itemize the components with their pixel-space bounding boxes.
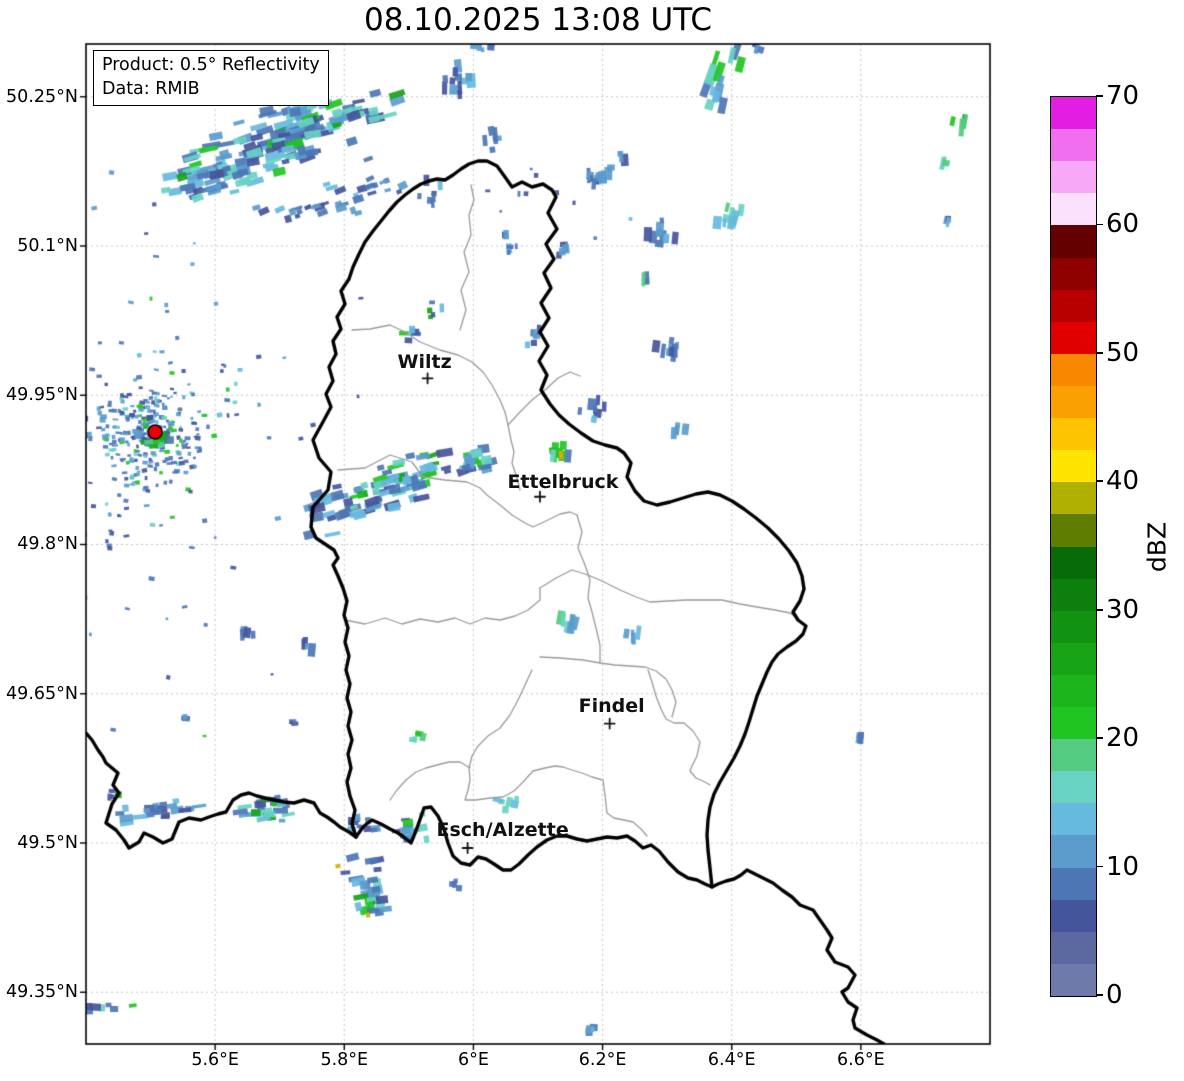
colorbar-segment: [1051, 963, 1096, 997]
y-tick-label: 50.25°N: [6, 86, 78, 107]
city-label-ettelbruck: Ettelbruck: [507, 470, 619, 493]
colorbar-tickmark: [1096, 865, 1103, 868]
colorbar-segment: [1051, 610, 1096, 644]
colorbar-tickmark: [1096, 608, 1103, 611]
colorbar-segment: [1051, 514, 1096, 547]
colorbar-segment: [1051, 321, 1096, 355]
colorbar-tickmark: [1096, 352, 1103, 354]
colorbar-segment: [1051, 707, 1096, 740]
colorbar-tick-label: 70: [1106, 81, 1140, 111]
colorbar-segment: [1051, 193, 1096, 226]
colorbar-segment: [1051, 803, 1096, 836]
data-source-line: Data: RMIB: [102, 78, 200, 99]
colorbar-segment: [1051, 257, 1096, 291]
colorbar-segment: [1051, 385, 1096, 419]
colorbar-segment: [1051, 161, 1096, 194]
colorbar-tickmark: [1096, 737, 1103, 739]
colorbar-segment: [1051, 482, 1096, 515]
radar-map-canvas: [0, 0, 1184, 1081]
colorbar-segment: [1051, 129, 1096, 162]
colorbar-segment: [1051, 642, 1096, 676]
colorbar-tick-label: 40: [1106, 466, 1140, 497]
colorbar-tickmark: [1096, 223, 1103, 226]
page-title: 08.10.2025 13:08 UTC: [364, 2, 712, 38]
colorbar-unit-label: dBZ: [1142, 521, 1172, 573]
colorbar-segment: [1051, 835, 1096, 869]
colorbar-tick-label: 20: [1106, 723, 1140, 754]
colorbar-segment: [1051, 418, 1096, 451]
x-tick-label: 6.4°E: [707, 1050, 756, 1070]
colorbar-segment: [1051, 771, 1096, 804]
city-label-wiltz: Wiltz: [397, 351, 452, 374]
x-tick-label: 6°E: [457, 1050, 489, 1070]
y-tick-label: 49.95°N: [6, 385, 78, 406]
colorbar-segment: [1051, 739, 1096, 772]
reflectivity-colorbar: [1050, 96, 1097, 997]
colorbar-segment: [1051, 97, 1096, 130]
y-tick-label: 49.35°N: [6, 982, 78, 1003]
y-tick-label: 49.8°N: [17, 534, 78, 555]
colorbar-segment: [1051, 546, 1096, 580]
x-tick-label: 6.6°E: [837, 1050, 885, 1070]
y-tick-label: 49.5°N: [17, 833, 78, 853]
colorbar-segment: [1051, 931, 1096, 965]
colorbar-tickmark: [1096, 95, 1103, 97]
product-line: Product: 0.5° Reflectivity: [102, 55, 320, 75]
x-tick-label: 5.6°E: [191, 1050, 239, 1070]
colorbar-tick-label: 0: [1106, 980, 1123, 1010]
colorbar-tickmark: [1096, 480, 1103, 483]
city-label-esch-alzette: Esch/Alzette: [436, 818, 569, 841]
colorbar-segment: [1051, 899, 1096, 933]
colorbar-tickmark: [1096, 994, 1103, 996]
x-tick-label: 5.8°E: [320, 1050, 369, 1070]
y-tick-label: 49.65°N: [6, 683, 78, 704]
colorbar-segment: [1051, 578, 1096, 612]
colorbar-segment: [1051, 674, 1096, 708]
colorbar-segment: [1051, 353, 1096, 387]
colorbar-tick-label: 50: [1106, 337, 1140, 368]
colorbar-segment: [1051, 450, 1096, 483]
city-label-findel: Findel: [578, 694, 645, 717]
colorbar-tick-label: 30: [1106, 594, 1140, 625]
colorbar-tick-label: 60: [1106, 209, 1140, 240]
colorbar-tick-label: 10: [1106, 851, 1140, 882]
radar-page: { "title": "08.10.2025 13:08 UTC", "anno…: [0, 0, 1184, 1081]
colorbar-segment: [1051, 867, 1096, 901]
colorbar-segment: [1051, 225, 1096, 259]
y-tick-label: 50.1°N: [17, 235, 78, 256]
colorbar-segment: [1051, 289, 1096, 323]
x-tick-label: 6.2°E: [578, 1050, 627, 1070]
product-info-box: Product: 0.5° Reflectivity Data: RMIB: [93, 50, 329, 107]
